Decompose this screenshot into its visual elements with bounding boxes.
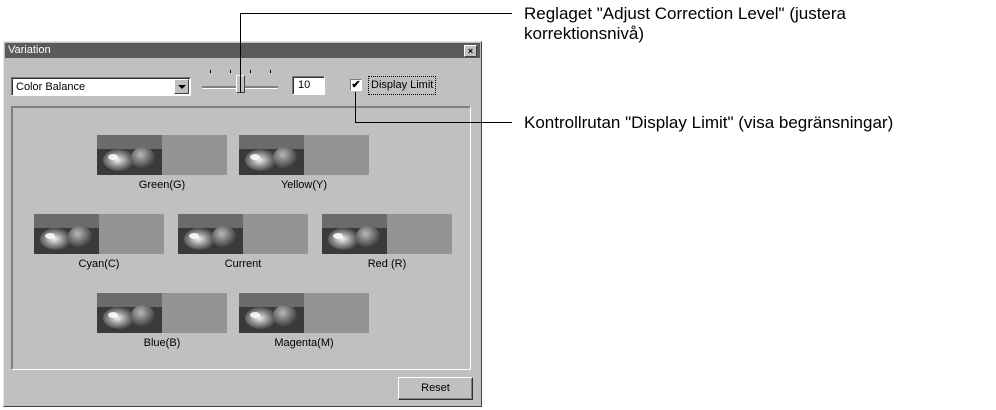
variation-swatch (99, 214, 164, 254)
checkbox-callout-text: Kontrollrutan "Display Limit" (visa begr… (524, 113, 894, 132)
variation-swatch (243, 214, 308, 254)
correction-type-dropdown[interactable]: Color Balance (11, 77, 191, 96)
variation-swatch (162, 135, 227, 175)
checkbox-callout-line (355, 92, 356, 122)
slider-callout-line (240, 13, 241, 93)
checkbox-callout-line (355, 122, 512, 123)
variation-swatch (162, 293, 227, 333)
variation-preview[interactable] (178, 214, 308, 254)
slider-callout-text: Reglaget "Adjust Correction Level" (just… (524, 4, 847, 43)
chevron-down-icon[interactable] (174, 79, 189, 94)
correction-level-field[interactable]: 10 (292, 76, 325, 95)
variation-thumbnail[interactable]: Green(G) (97, 135, 227, 192)
variation-preview[interactable] (34, 214, 164, 254)
photo-preview-image (322, 214, 387, 254)
variation-preview[interactable] (239, 293, 369, 333)
variation-thumbnail[interactable]: Current (178, 214, 308, 271)
display-limit-label[interactable]: Display Limit (368, 76, 437, 95)
variation-thumbnail[interactable]: Blue(B) (97, 293, 227, 350)
variation-swatch (304, 293, 369, 333)
variation-thumbnail[interactable]: Magenta(M) (239, 293, 369, 350)
variation-preview[interactable] (97, 293, 227, 333)
photo-preview-image (97, 293, 162, 333)
photo-preview-image (239, 293, 304, 333)
variation-window: Variation × Color Balance 10 ✔ Display L… (3, 41, 482, 407)
variation-label: Yellow(Y) (280, 179, 328, 191)
variation-thumbnail[interactable]: Cyan(C) (34, 214, 164, 271)
close-icon[interactable]: × (464, 45, 477, 57)
variation-thumbnail[interactable]: Red (R) (322, 214, 452, 271)
photo-preview-image (34, 214, 99, 254)
display-limit-checkbox[interactable]: ✔ (350, 79, 362, 91)
photo-preview-image (178, 214, 243, 254)
variation-label: Current (224, 258, 262, 270)
slider-tick (250, 70, 251, 73)
variation-label: Red (R) (367, 258, 407, 270)
variation-preview[interactable] (239, 135, 369, 175)
variation-preview[interactable] (97, 135, 227, 175)
variation-swatch (387, 214, 452, 254)
slider-tick (210, 70, 211, 73)
slider-tick (270, 70, 271, 73)
variation-thumbnail[interactable]: Yellow(Y) (239, 135, 369, 192)
slider-callout-line (240, 13, 512, 14)
variation-label: Green(G) (138, 179, 186, 191)
photo-preview-image (97, 135, 162, 175)
variation-swatch (304, 135, 369, 175)
photo-preview-image (239, 135, 304, 175)
slider-tick (230, 70, 231, 73)
title-bar[interactable]: Variation × (5, 43, 480, 58)
variation-preview[interactable] (322, 214, 452, 254)
reset-button[interactable]: Reset (398, 377, 473, 400)
window-title: Variation (8, 44, 51, 56)
variation-label: Magenta(M) (274, 337, 334, 349)
dropdown-value: Color Balance (16, 81, 86, 93)
variation-label: Blue(B) (143, 337, 181, 349)
variation-label: Cyan(C) (78, 258, 120, 270)
